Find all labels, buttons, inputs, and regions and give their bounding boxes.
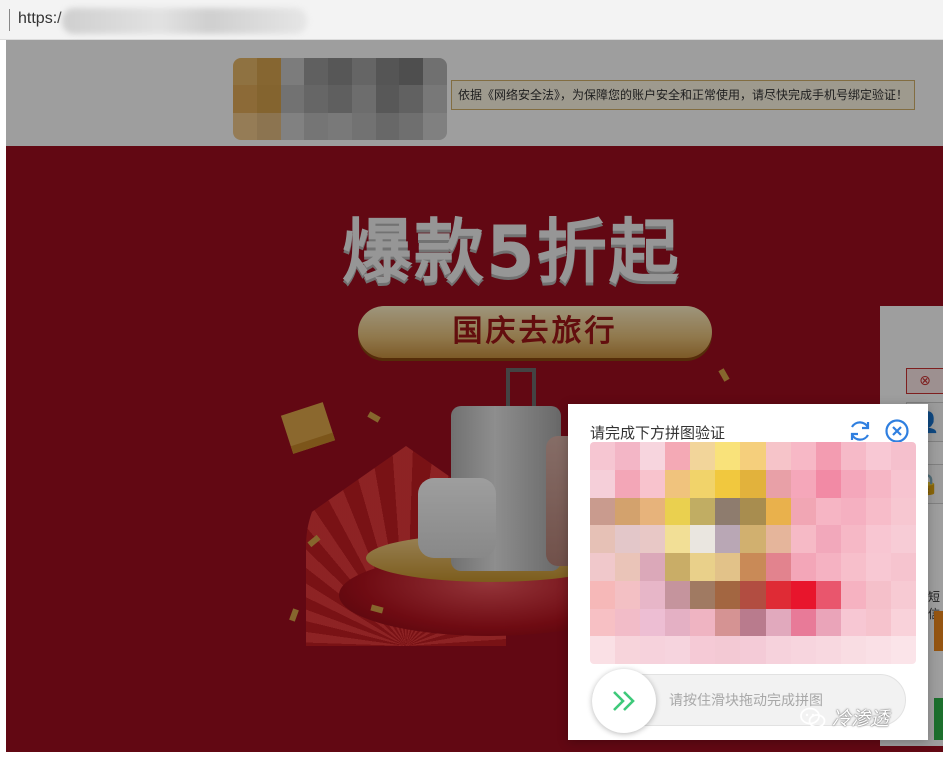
url-text[interactable]: https:/ [18, 10, 62, 28]
watermark-text: 冷渗透 [832, 708, 890, 730]
url-redacted [62, 8, 307, 34]
browser-address-bar[interactable]: https:/ [0, 0, 943, 40]
captcha-title: 请完成下方拼图验证 [590, 424, 726, 442]
watermark: 冷渗透 [800, 704, 889, 731]
text-cursor [9, 9, 10, 31]
refresh-icon[interactable] [847, 418, 873, 444]
double-chevron-right-icon [613, 691, 635, 711]
puzzle-image [590, 442, 916, 664]
slider-handle[interactable] [592, 669, 656, 733]
puzzle-captcha-dialog: 请完成下方拼图验证 请按住滑块拖动完成拼图 冷渗透 [568, 404, 928, 740]
close-icon[interactable] [884, 418, 910, 444]
wechat-icon [800, 707, 826, 728]
